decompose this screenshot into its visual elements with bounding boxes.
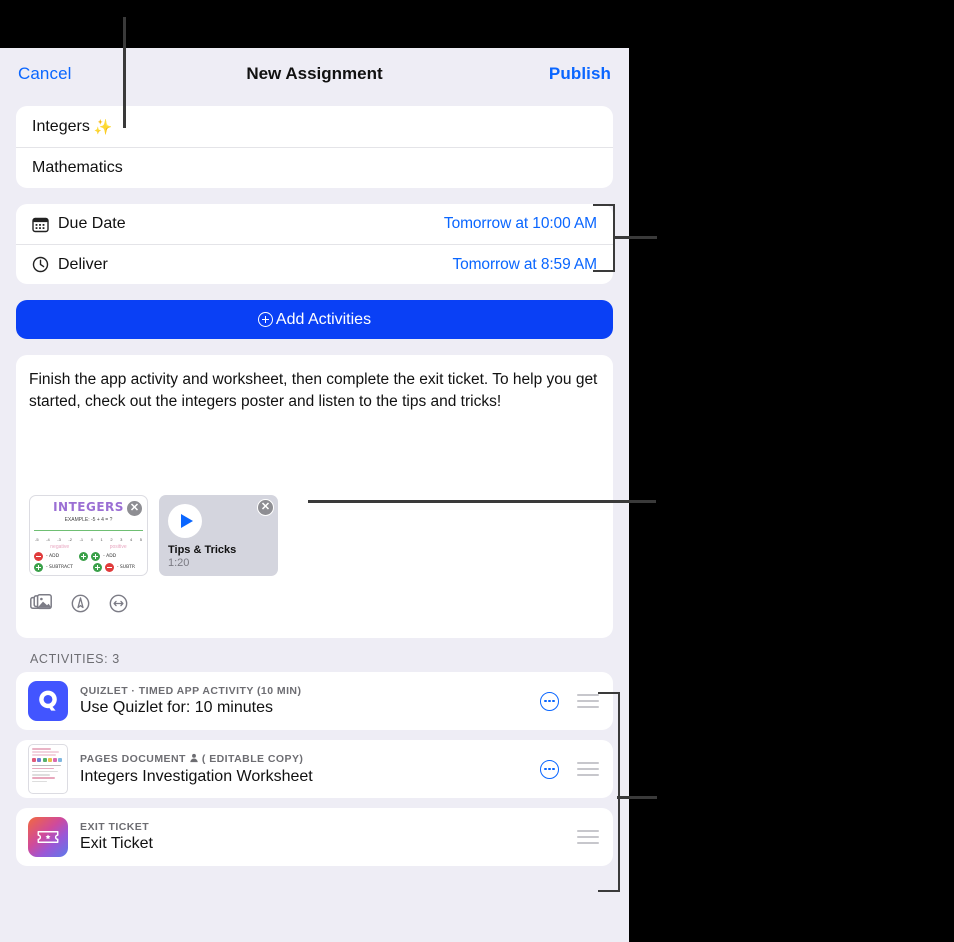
poster-example-text: EXAMPLE: -5 + 4 = ? [64, 517, 113, 523]
poster-number-line [30, 526, 147, 539]
clock-icon [32, 256, 49, 273]
deliver-value[interactable]: Tomorrow at 8:59 AM [452, 256, 597, 274]
more-circle-icon[interactable] [540, 691, 559, 711]
navigation-bar: Cancel New Assignment Publish [0, 48, 629, 100]
drag-handle-icon[interactable] [577, 694, 599, 708]
activity-name: Integers Investigation Worksheet [80, 767, 313, 785]
instructions-text[interactable]: Finish the app activity and worksheet, t… [29, 369, 600, 413]
more-circle-icon[interactable] [540, 759, 559, 779]
activity-name: Use Quizlet for: 10 minutes [80, 699, 273, 716]
attachment-tips-and-tricks[interactable]: Tips & Tricks 1:20 ✕ [159, 495, 278, 576]
plus-circle-icon [257, 312, 273, 327]
assignment-subject-value: Mathematics [32, 159, 123, 176]
quizlet-app-icon [28, 681, 68, 721]
assignment-subject-input[interactable]: Mathematics [16, 147, 613, 188]
calendar-icon [32, 216, 49, 233]
activity-kicker-main: PAGES DOCUMENT [80, 753, 186, 765]
instructions-card: Finish the app activity and worksheet, t… [16, 355, 613, 638]
attachment-video-duration: 1:20 [168, 557, 190, 569]
new-assignment-panel: Cancel New Assignment Publish Integers ✨… [0, 48, 629, 942]
activity-row-worksheet[interactable]: PAGES DOCUMENT ( EDITABLE COPY) Integers… [16, 740, 613, 798]
callout-line-attachments [308, 500, 656, 503]
play-icon[interactable] [168, 504, 202, 538]
activity-name: Exit Ticket [80, 835, 153, 852]
attachment-video-title: Tips & Tricks [168, 544, 237, 556]
page-title: New Assignment [246, 64, 383, 83]
deliver-label: Deliver [58, 255, 108, 273]
poster-rules: - ADD - ADD - SUBTRACT - SUBTR [30, 550, 147, 572]
callout-bracket-schedule [593, 204, 615, 272]
callout-bracket-activities [598, 692, 620, 892]
callout-line-title [123, 17, 126, 128]
attachments-list: INTEGERS EXAMPLE: -5 + 4 = ? -5 -4 -3 -2 -1 0… [29, 495, 600, 576]
activity-kicker: QUIZLET · TIMED APP ACTIVITY (10 MIN) [80, 685, 302, 697]
add-activities-label: Add Activities [275, 310, 372, 328]
drag-handle-icon[interactable] [577, 830, 599, 844]
pages-document-icon [28, 744, 68, 794]
publish-button[interactable]: Publish [549, 64, 611, 84]
callout-line-activities [617, 796, 657, 799]
activity-kicker: EXIT TICKET [80, 821, 150, 833]
activity-kicker: PAGES DOCUMENT ( EDITABLE COPY) [80, 753, 540, 766]
sparkles-icon: ✨ [93, 118, 113, 136]
add-activities-button[interactable]: Add Activities [16, 300, 613, 339]
activity-row-exit-ticket[interactable]: EXIT TICKET Exit Ticket [16, 808, 613, 866]
deliver-row[interactable]: Deliver Tomorrow at 8:59 AM [16, 244, 613, 284]
due-date-row[interactable]: Due Date Tomorrow at 10:00 AM [16, 204, 613, 244]
due-date-label: Due Date [58, 215, 126, 232]
activity-kicker-badge: ( EDITABLE COPY) [201, 753, 304, 765]
callout-line-schedule [613, 236, 657, 239]
due-date-value[interactable]: Tomorrow at 10:00 AM [444, 215, 597, 233]
activities-section-header: ACTIVITIES: 3 [30, 652, 120, 666]
assignment-title-value: Integers [32, 117, 90, 135]
markup-pen-icon[interactable] [71, 594, 90, 618]
note-toolbar [29, 594, 600, 618]
photos-icon[interactable] [30, 594, 52, 618]
remove-attachment-button[interactable]: ✕ [126, 500, 143, 517]
activity-row-quizlet[interactable]: QUIZLET · TIMED APP ACTIVITY (10 MIN) Us… [16, 672, 613, 730]
schedule-card: Due Date Tomorrow at 10:00 AM Deliver To… [16, 204, 613, 284]
remove-attachment-button[interactable]: ✕ [257, 499, 274, 516]
drag-handle-icon[interactable] [577, 762, 599, 776]
scribble-icon[interactable] [109, 594, 128, 618]
cancel-button[interactable]: Cancel [18, 64, 72, 84]
assignment-fields-card: Integers ✨ Mathematics [16, 106, 613, 188]
screenshot-stage: Cancel New Assignment Publish Integers ✨… [0, 0, 954, 942]
exit-ticket-icon [28, 817, 68, 857]
person-icon [189, 753, 199, 766]
assignment-title-input[interactable]: Integers ✨ [16, 106, 613, 147]
attachment-integers-poster[interactable]: INTEGERS EXAMPLE: -5 + 4 = ? -5 -4 -3 -2 -1 0… [29, 495, 148, 576]
